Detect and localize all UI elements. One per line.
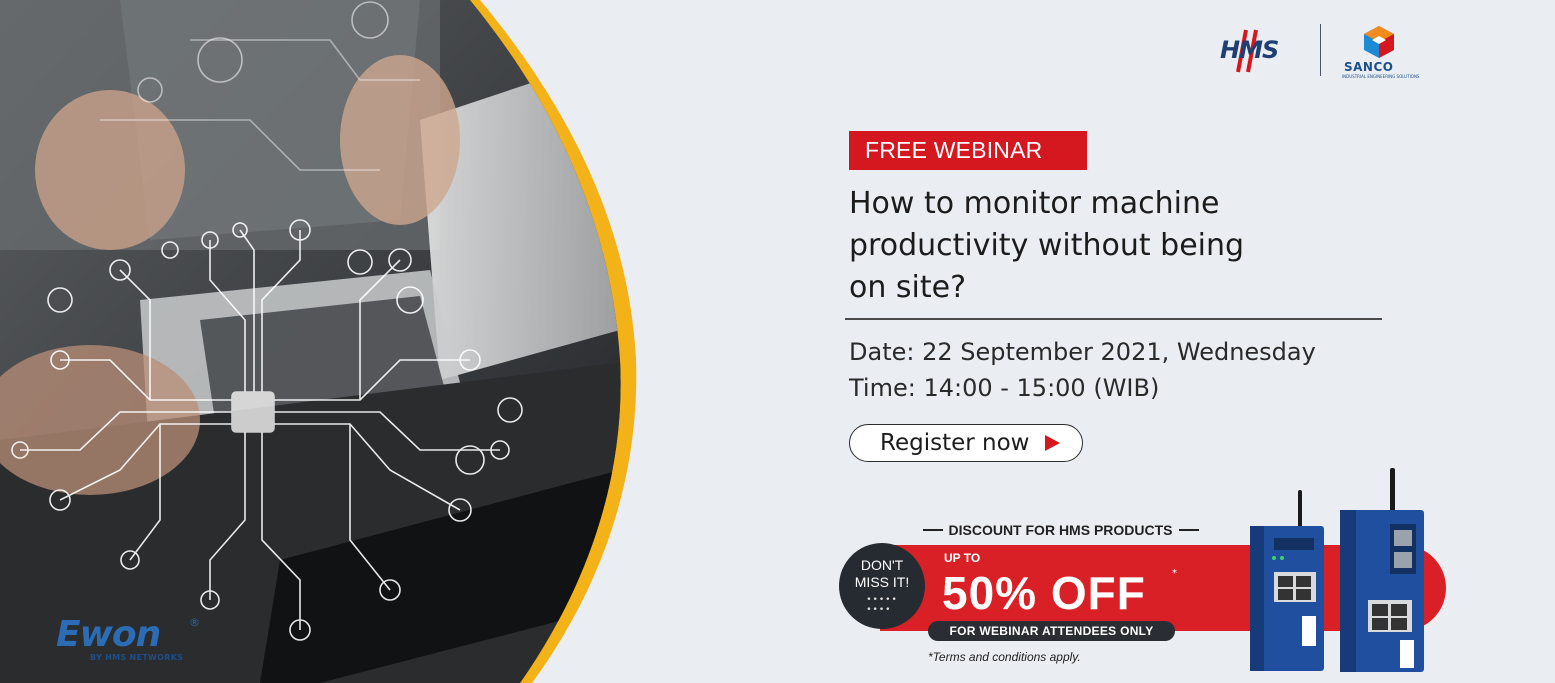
ewon-logo-text: Ewon [56, 614, 161, 655]
badge-dots: ••••• •••• [866, 595, 898, 615]
headline-line: on site? [849, 270, 967, 305]
sanco-logo: SANCO INDUSTRIAL ENGINEERING SOLUTIONS [1342, 24, 1420, 80]
headline-line: How to monitor machine [849, 186, 1220, 221]
webinar-banner: Ewon ® BY HMS NETWORKS HMS SANCO INDUSTR… [0, 0, 1555, 683]
webinar-headline: How to monitor machine productivity with… [849, 183, 1349, 309]
badge-line-1: DON'T [860, 557, 904, 573]
hero-photo: Ewon ® BY HMS NETWORKS [0, 0, 640, 683]
badge-line-2: MISS IT! [854, 574, 910, 590]
hero-photo-art [0, 0, 637, 683]
webinar-time: Time: 14:00 - 15:00 (WIB) [849, 374, 1160, 402]
divider-rule [845, 318, 1382, 320]
hms-logo: HMS [1218, 28, 1298, 74]
sanco-logo-text: SANCO [1344, 60, 1394, 74]
ewon-device-small [1250, 490, 1324, 671]
offer-asterisk: * [1172, 568, 1177, 579]
register-button-label: Register now [880, 430, 1030, 456]
register-button[interactable]: Register now [849, 424, 1083, 462]
play-triangle-icon [1045, 435, 1061, 451]
ewon-device-large [1340, 468, 1424, 672]
logo-divider [1320, 24, 1321, 76]
discount-offer: 50% OFF [942, 567, 1146, 619]
terms-note: *Terms and conditions apply. [928, 650, 1081, 664]
free-webinar-tag: FREE WEBINAR [849, 131, 1087, 170]
ewon-registered-mark: ® [189, 616, 200, 629]
title-dash-right [1178, 529, 1199, 531]
attendees-pill: FOR WEBINAR ATTENDEES ONLY [928, 621, 1175, 641]
ewon-logo-subtitle: BY HMS NETWORKS [90, 653, 184, 662]
headline-line: productivity without being [849, 228, 1245, 263]
ewon-logo: Ewon ® BY HMS NETWORKS [56, 614, 216, 664]
discount-title: DISCOUNT FOR HMS PRODUCTS [918, 522, 1203, 538]
title-dash-left [922, 529, 943, 531]
up-to-label: UP TO [944, 551, 981, 565]
webinar-date: Date: 22 September 2021, Wednesday [849, 338, 1316, 366]
sanco-cube-icon [1364, 26, 1394, 58]
hms-logo-text: HMS [1220, 36, 1279, 64]
sanco-logo-subtitle: INDUSTRIAL ENGINEERING SOLUTIONS [1342, 74, 1420, 79]
dont-miss-badge: DON'T MISS IT! ••••• •••• [839, 543, 925, 629]
discount-title-text: DISCOUNT FOR HMS PRODUCTS [948, 522, 1173, 538]
